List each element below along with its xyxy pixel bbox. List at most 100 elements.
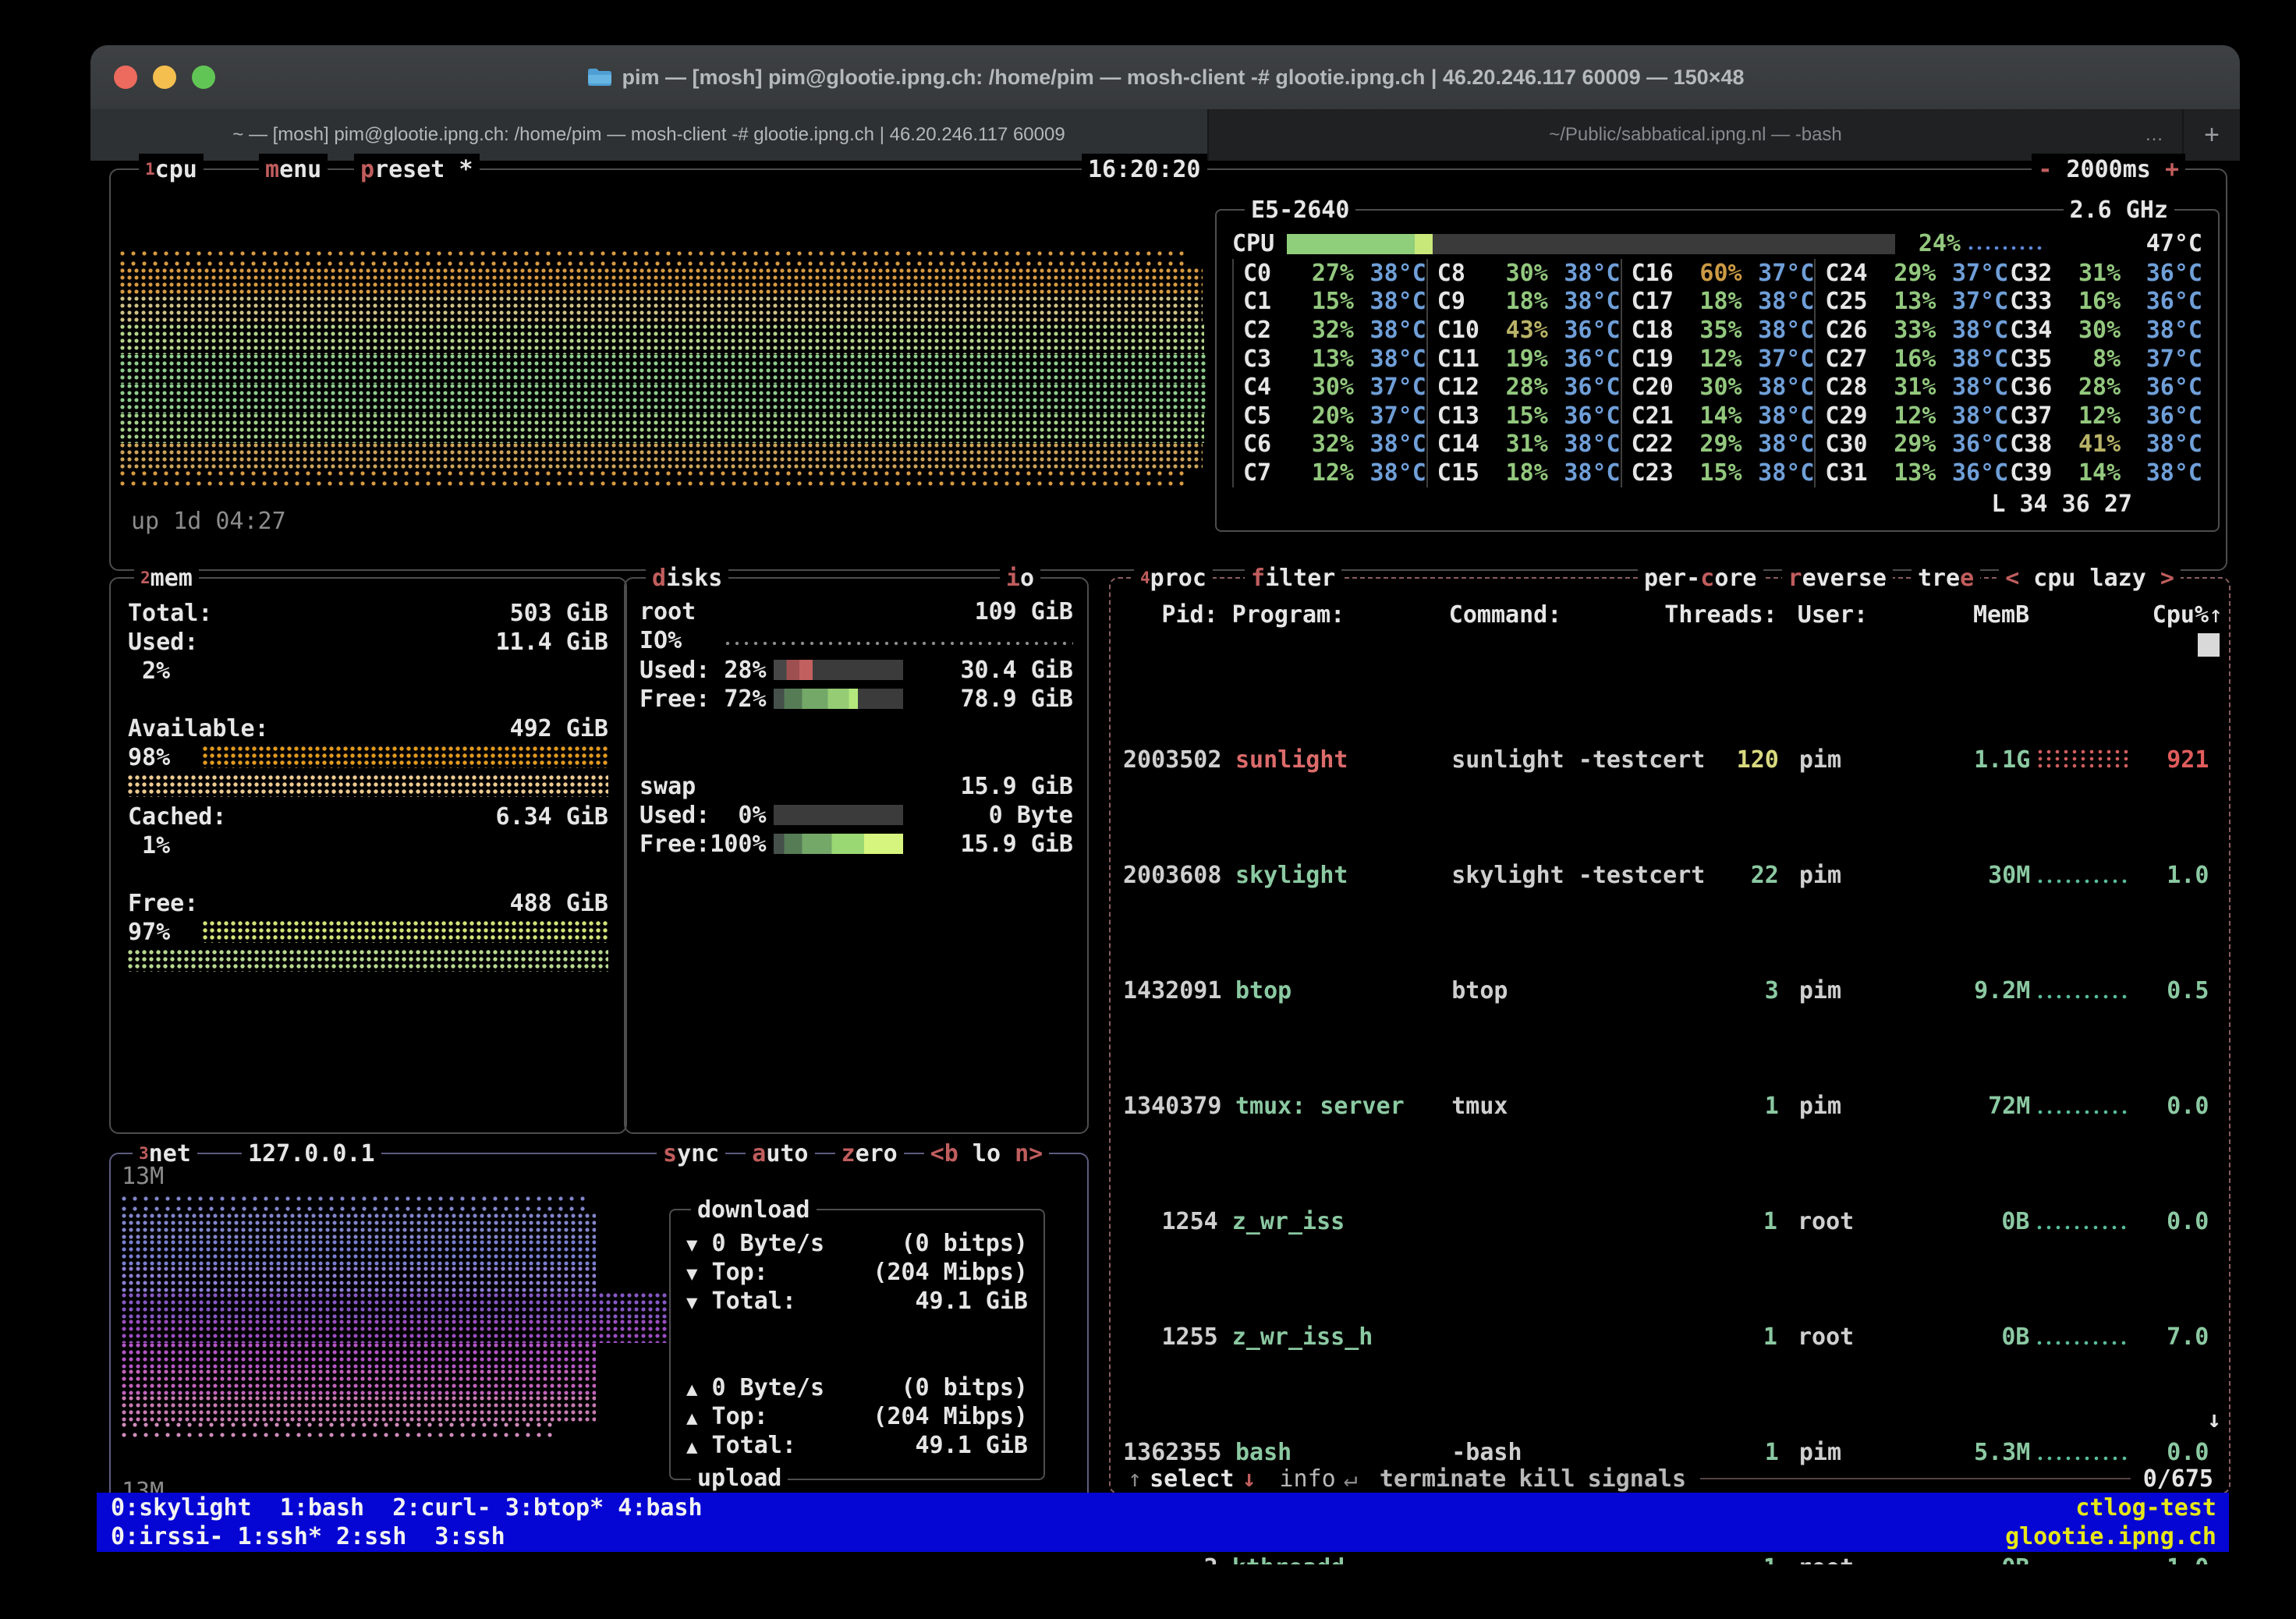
preset-button[interactable]: preset * [354, 154, 480, 185]
process-mem: 0B [1919, 1323, 2030, 1352]
cpu-core-grid: C0 27% 38°C C8 30% 38°C [1232, 259, 2202, 487]
process-command: sunlight -testcert [1451, 746, 1706, 774]
net-auto-button[interactable]: auto [746, 1138, 814, 1169]
cpu-core-cell: C1 15% 38°C [1232, 288, 1426, 317]
cpu-model-box: E5-2640 2.6 GHz CPU 24% 47°C C0 [1215, 209, 2220, 532]
cpu-core-cell: C28 31% 38°C [1814, 373, 2008, 402]
process-mem: 30M [1919, 861, 2030, 890]
core-name: C13 [1437, 402, 1489, 430]
window-titlebar[interactable]: pim — [mosh] pim@glootie.ipng.ch: /home/… [90, 45, 2240, 110]
core-temp: 38°C [1742, 402, 1815, 430]
core-name: C14 [1437, 430, 1489, 459]
process-row[interactable]: 2003502 sunlight sunlight -testcert 120 … [1123, 746, 2216, 774]
cpu-core-cell: C15 18% 38°C [1426, 459, 1621, 487]
per-core-toggle[interactable]: per-core [1638, 562, 1763, 593]
core-name: C7 [1243, 459, 1295, 487]
select-down-icon[interactable]: ↓ [1237, 1465, 1260, 1493]
process-row[interactable]: 2003608 skylight skylight -testcert 22 p… [1123, 861, 2216, 890]
signals-button[interactable]: signals [1582, 1465, 1692, 1493]
core-name: C27 [1825, 345, 1876, 374]
tmux-panes[interactable]: 0:irssi- 1:ssh* 2:ssh 3:ssh [111, 1522, 505, 1551]
process-row[interactable]: 1432091 btop btop 3 pim 9.2M 0.5 [1123, 976, 2216, 1005]
minimize-button[interactable] [153, 66, 176, 89]
col-program[interactable]: Program: [1223, 600, 1449, 629]
core-load-percent: 31% [1489, 430, 1548, 459]
disk-swap-free-bar [774, 834, 903, 854]
process-cpu-minigraph [2038, 980, 2130, 1000]
net-zero-button[interactable]: zero [835, 1138, 904, 1169]
col-threads[interactable]: Threads: [1637, 600, 1777, 629]
process-row[interactable]: 1254 z_wr_iss 1 root 0B 0.0 [1123, 1207, 2216, 1236]
core-temp: 37°C [1936, 259, 2008, 288]
core-load-percent: 13% [1876, 459, 1936, 487]
cpu-core-cell: C19 12% 37°C [1621, 345, 1815, 374]
menu-button[interactable]: menu [259, 154, 328, 185]
scroll-down-icon[interactable]: ↓ [2207, 1405, 2221, 1434]
core-name: C25 [1825, 287, 1876, 316]
mem-cached-percent: 1% [142, 831, 170, 860]
cpu-model-label: E5-2640 [1245, 194, 1355, 225]
proc-box-title[interactable]: 4proc [1134, 562, 1213, 593]
download-speed-bits: (0 bitps) [901, 1229, 1028, 1259]
cpu-core-cell: C4 30% 37°C [1232, 373, 1426, 402]
select-up-icon[interactable]: ↑ [1123, 1465, 1146, 1493]
core-load-percent: 12% [1683, 345, 1742, 374]
core-name: C2 [1243, 316, 1295, 345]
col-cpu[interactable]: Cpu% [2136, 600, 2209, 629]
core-load-percent: 28% [1489, 373, 1548, 402]
cpu-box-title[interactable]: 1cpu [139, 154, 204, 185]
process-pid: 2003608 [1123, 861, 1226, 890]
net-interface-switcher[interactable]: <b lo n> [924, 1138, 1050, 1169]
core-name: C33 [2010, 287, 2061, 316]
tmux-windows[interactable]: 0:skylight 1:bash 2:curl- 3:btop* 4:bash [111, 1493, 703, 1522]
cpu-core-cell: C7 12% 38°C [1232, 459, 1426, 487]
core-load-percent: 29% [1876, 259, 1936, 288]
terminate-button[interactable]: terminate [1373, 1465, 1513, 1493]
col-mem[interactable]: MemB [1918, 600, 2029, 629]
core-name: C35 [2010, 345, 2061, 374]
core-temp: 38°C [1742, 459, 1815, 487]
new-tab-button[interactable]: + [2182, 109, 2240, 161]
mem-used-label: Used: [128, 628, 198, 657]
tree-toggle[interactable]: tree [1912, 562, 1980, 593]
col-command[interactable]: Command: [1449, 600, 1637, 629]
core-load-percent: 15% [1489, 402, 1548, 430]
core-load-percent: 18% [1683, 287, 1742, 316]
io-toggle[interactable]: io [1000, 562, 1040, 593]
process-pid: 1432091 [1123, 976, 1226, 1005]
close-button[interactable] [114, 66, 137, 89]
mem-available-bar2 [128, 775, 608, 797]
core-name: C39 [2010, 459, 2061, 487]
scrollbar-thumb[interactable] [2198, 633, 2220, 657]
net-sync-button[interactable]: sync [657, 1138, 725, 1169]
core-temp: 36°C [1936, 459, 2008, 487]
sort-selector[interactable]: < cpu lazy > [1999, 562, 2181, 593]
col-user[interactable]: User: [1777, 600, 1919, 629]
process-row[interactable]: 2 kthreadd 1 root 0B 1.0 [1123, 1553, 2216, 1564]
interval-increase-button[interactable]: + [2165, 155, 2179, 184]
process-cpu: 0.5 [2137, 976, 2209, 1005]
cpu-core-cell: C12 28% 36°C [1426, 373, 1621, 402]
download-arrow-icon: ▼ [686, 1291, 697, 1313]
mem-box-title[interactable]: 2mem [134, 562, 199, 593]
kill-button[interactable]: kill [1512, 1465, 1581, 1493]
filter-button[interactable]: filter [1245, 562, 1341, 593]
process-threads: 1 [1705, 1553, 1777, 1564]
tab-label: ~ — [mosh] pim@glootie.ipng.ch: /home/pi… [232, 124, 1065, 146]
zoom-button[interactable] [192, 66, 215, 89]
col-pid[interactable]: Pid: [1123, 600, 1223, 629]
process-row[interactable]: 1340379 tmux: server tmux 1 pim 72M 0.0 [1123, 1092, 2216, 1121]
disks-box-title[interactable]: disks [646, 562, 728, 593]
info-button[interactable]: info [1275, 1465, 1341, 1493]
proc-footer: ↑ select ↓ info ↵ terminate kill signals… [1123, 1463, 2218, 1494]
proc-table: 2003502 sunlight sunlight -testcert 120 … [1123, 630, 2216, 1564]
interval-decrease-button[interactable]: - [2038, 155, 2052, 184]
cpu-total-temp: 47°C [2046, 229, 2202, 258]
process-row[interactable]: 1255 z_wr_iss_h 1 root 0B 7.0 [1123, 1323, 2216, 1352]
tab-overflow-button[interactable]: … [2145, 124, 2163, 146]
core-load-percent: 41% [2061, 430, 2121, 459]
reverse-toggle[interactable]: reverse [1782, 562, 1893, 593]
mem-free-bar2 [128, 950, 608, 972]
cpu-core-cell: C6 32% 38°C [1232, 430, 1426, 459]
disk-swap-used-bar [774, 805, 903, 825]
